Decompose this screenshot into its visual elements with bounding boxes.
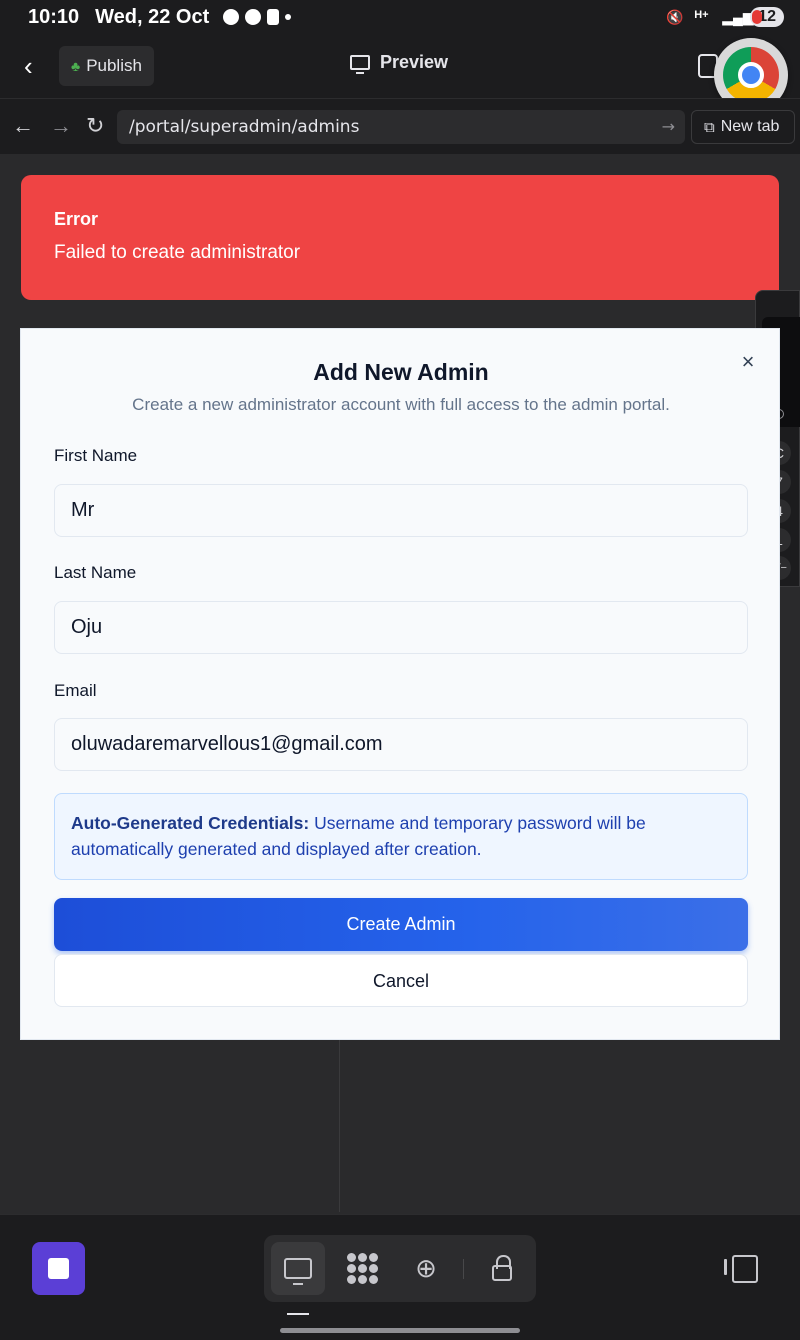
whatsapp-icon <box>245 9 262 25</box>
battery-indicator: 12 <box>750 7 784 27</box>
side-panel-icon[interactable] <box>724 1255 758 1283</box>
new-tab-label: New tab <box>720 118 780 135</box>
dots-grid-icon <box>346 1253 378 1284</box>
first-name-input[interactable] <box>54 484 748 537</box>
view-toolgroup: ⊕ <box>264 1235 536 1302</box>
add-admin-modal: Add New Admin Create a new administrator… <box>20 328 780 1040</box>
publish-label: Publish <box>86 56 142 75</box>
bottom-toolbar: ⊕ <box>0 1214 800 1320</box>
page-divider <box>339 1040 340 1212</box>
go-arrow-icon[interactable]: → <box>662 110 675 144</box>
last-name-input[interactable] <box>54 601 748 654</box>
create-admin-button[interactable]: Create Admin <box>54 898 748 951</box>
more-dot-icon <box>285 14 292 20</box>
alert-icon <box>267 9 280 25</box>
notification-icons <box>223 9 292 25</box>
gesture-bar <box>0 1320 800 1340</box>
close-icon[interactable]: × <box>737 351 759 373</box>
cancel-button[interactable]: Cancel <box>54 954 748 1007</box>
info-title: Auto-Generated Credentials: <box>71 813 310 833</box>
toast-title: Error <box>54 209 99 229</box>
toast-message: Failed to create administrator <box>54 242 301 263</box>
email-label: Email <box>54 681 97 700</box>
status-date: Wed, 22 Oct <box>95 5 210 28</box>
network-type-icon: H+ <box>694 9 709 21</box>
credentials-info-box: Auto-Generated Credentials: Username and… <box>54 793 748 880</box>
url-input[interactable]: /portal/superadmin/admins → <box>117 110 685 144</box>
signal-icon: ▂▄▆ <box>722 9 754 25</box>
status-time: 10:10 <box>28 5 80 28</box>
modal-subtitle: Create a new administrator account with … <box>132 395 670 414</box>
components-button[interactable] <box>335 1242 389 1295</box>
monitor-icon <box>350 55 370 74</box>
new-tab-button[interactable]: ⧉ New tab <box>691 110 795 144</box>
app-header: ‹ ♣ Publish Preview <box>0 34 800 98</box>
url-text: /portal/superadmin/admins <box>129 117 360 137</box>
preview-button[interactable]: Preview <box>350 52 449 74</box>
first-name-label: First Name <box>54 446 138 465</box>
lock-icon <box>492 1254 512 1281</box>
stop-button[interactable] <box>32 1242 85 1295</box>
reload-icon[interactable]: ↻ <box>86 113 104 139</box>
toolbar-separator <box>463 1259 464 1279</box>
chat-bubble-icon <box>223 9 240 25</box>
globe-antenna-icon: ⊕ <box>415 1253 437 1283</box>
back-arrow-icon[interactable]: ‹ <box>24 52 52 80</box>
external-link-icon: ⧉ <box>704 118 715 136</box>
email-input[interactable] <box>54 718 748 771</box>
tree-icon: ♣ <box>71 58 81 74</box>
error-toast: Error Failed to create administrator <box>21 175 779 300</box>
nav-forward-icon[interactable]: → <box>50 113 72 139</box>
status-bar: 10:10 Wed, 22 Oct 🔇 H+ ▂▄▆ 12 <box>0 0 800 34</box>
nav-back-icon[interactable]: ← <box>12 113 34 139</box>
lock-button[interactable] <box>475 1242 529 1295</box>
browser-bar: ← → ↻ /portal/superadmin/admins → ⧉ New … <box>0 98 800 154</box>
mute-icon: 🔇 <box>666 9 684 25</box>
publish-button[interactable]: ♣ Publish <box>59 46 154 86</box>
chrome-logo-icon <box>723 47 779 103</box>
active-underline <box>287 1313 309 1315</box>
modal-title: Add New Admin <box>313 359 489 385</box>
deploy-button[interactable]: ⊕ <box>399 1242 453 1295</box>
last-name-label: Last Name <box>54 563 137 582</box>
home-gesture-pill[interactable] <box>280 1328 520 1333</box>
preview-label: Preview <box>380 52 449 72</box>
monitor-icon <box>284 1258 312 1285</box>
desktop-view-button[interactable] <box>271 1242 325 1295</box>
